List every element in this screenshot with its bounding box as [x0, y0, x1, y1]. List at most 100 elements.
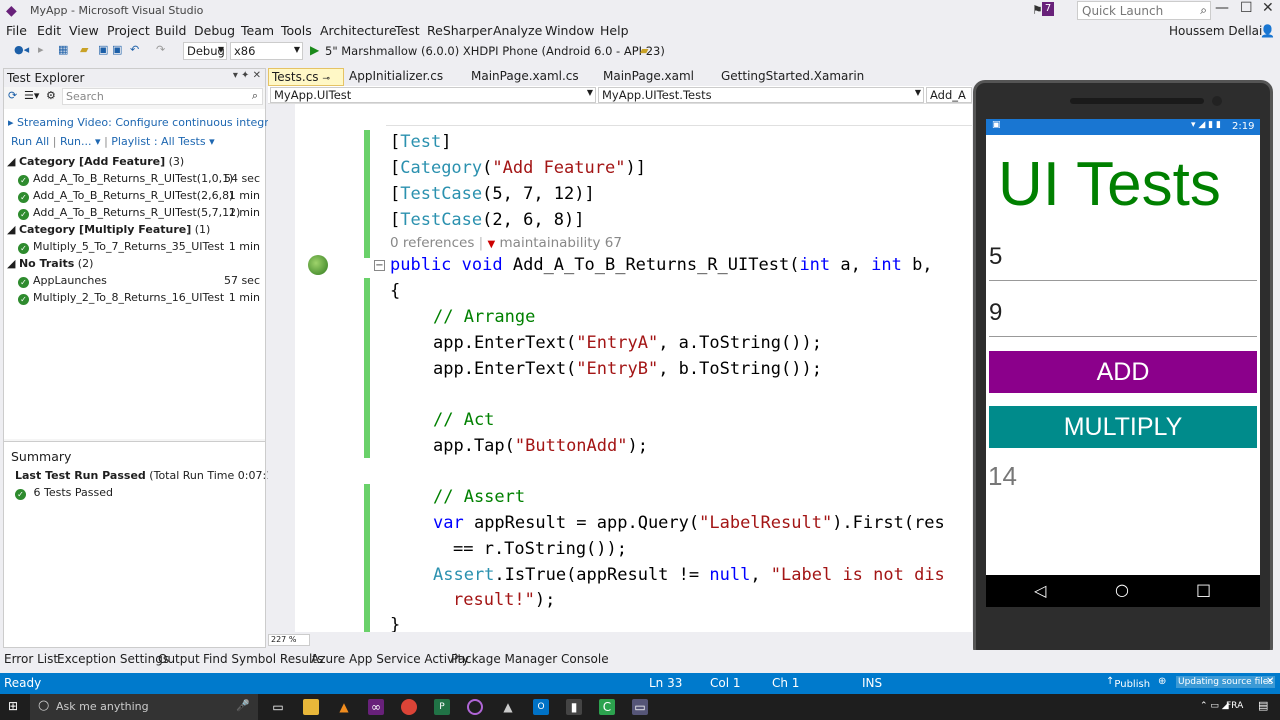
configuration-dropdown[interactable]: Debug ▼	[183, 42, 227, 60]
tab-exception-settings[interactable]: Exception Settings	[57, 652, 169, 666]
test-item[interactable]: ✓ Add_A_To_B_Returns_R_UITest(2,6,8) 1 min	[18, 189, 263, 203]
app-icon[interactable]	[467, 699, 483, 715]
menu-file[interactable]: File	[6, 23, 27, 38]
close-icon[interactable]: ✕	[1262, 0, 1274, 16]
menu-build[interactable]: Build	[155, 23, 186, 38]
run-dropdown-link[interactable]: Run...	[60, 135, 92, 148]
save-all-icon[interactable]: ▣	[112, 43, 122, 56]
file-explorer-icon[interactable]	[303, 699, 319, 715]
entry-a-field[interactable]: 5	[989, 243, 1257, 281]
group-by-icon[interactable]: ☰▾	[24, 89, 39, 102]
tray-icons[interactable]: ⌃ ▭ ◢	[1200, 701, 1229, 711]
task-view-icon[interactable]: ▭	[270, 699, 286, 715]
test-search-input[interactable]: Search ⌕	[62, 88, 263, 105]
pin-icon[interactable]: ⊸	[322, 74, 330, 84]
tab-azure-app-service-activity[interactable]: Azure App Service Activity	[311, 652, 469, 666]
visual-studio-taskbar-icon[interactable]: ∞	[368, 699, 384, 715]
project-dropdown[interactable]: MyApp.UITest ▼	[270, 87, 596, 103]
recents-icon[interactable]: □	[1196, 580, 1211, 599]
codelens[interactable]: 0 references | ▼ maintainability 67	[390, 235, 622, 251]
test-item[interactable]: ✓ Multiply_2_To_8_Returns_16_UITest 1 min	[18, 291, 263, 305]
menu-view[interactable]: View	[69, 23, 99, 38]
test-group[interactable]: ◢ Category [Multiply Feature] (1)	[7, 223, 210, 236]
tab-appinitializer[interactable]: AppInitializer.cs	[346, 68, 446, 86]
multiply-button[interactable]: MULTIPLY	[989, 406, 1257, 448]
back-icon[interactable]: ◁	[1034, 581, 1046, 600]
source-control-icon[interactable]: ⊕	[1158, 676, 1166, 687]
menu-architecture[interactable]: Architecture	[320, 23, 397, 38]
settings-icon[interactable]: ⚙	[46, 89, 56, 102]
menu-test[interactable]: Test	[395, 23, 420, 38]
toolbar-extra-icon[interactable]: ▰	[640, 44, 648, 57]
save-icon[interactable]: ▣	[98, 43, 108, 56]
references-codelens[interactable]: 0 references	[390, 235, 474, 251]
project-icon[interactable]: P	[434, 699, 450, 715]
user-name[interactable]: Houssem Dellai	[1169, 24, 1262, 38]
menu-tools[interactable]: Tools	[281, 23, 312, 38]
test-item[interactable]: ✓ Add_A_To_B_Returns_R_UITest(5,7,12) 1 mi…	[18, 206, 263, 220]
refresh-icon[interactable]: ⟳	[8, 89, 17, 102]
language-indicator[interactable]: FRA	[1226, 701, 1243, 711]
cortana-search-box[interactable]: ○ Ask me anything 🎤	[30, 694, 258, 720]
notification-badge[interactable]: 7	[1042, 2, 1054, 16]
menu-help[interactable]: Help	[600, 23, 629, 38]
undo-icon[interactable]: ↶	[130, 43, 139, 56]
windows-start-icon[interactable]: ⊞	[8, 699, 18, 713]
menu-resharper[interactable]: ReSharper	[427, 23, 492, 38]
new-project-icon[interactable]: ▦	[58, 43, 68, 56]
quick-launch-input[interactable]: Quick Launch ⌕	[1077, 1, 1211, 20]
publish-button[interactable]: ↑ Publish	[1106, 676, 1150, 690]
streaming-video-link[interactable]: ▸ Streaming Video: Configure continuous …	[8, 116, 278, 129]
test-group[interactable]: ◢ Category [Add Feature] (3)	[7, 155, 184, 168]
redo-icon[interactable]: ↷	[156, 43, 165, 56]
test-item[interactable]: ✓ AppLaunches 57 sec	[18, 274, 263, 288]
start-debug-icon[interactable]: ▶	[310, 43, 319, 57]
passed-count[interactable]: ✓ 6 Tests Passed	[15, 486, 113, 500]
pin-icon[interactable]: ▾ ✦ ✕	[233, 70, 261, 81]
vlc-icon[interactable]: ▲	[336, 699, 352, 715]
playlist-dropdown[interactable]: Playlist : All Tests	[111, 135, 205, 148]
error-icon[interactable]: ✕	[1266, 676, 1274, 687]
run-all-link[interactable]: Run All	[11, 135, 49, 148]
menu-window[interactable]: Window	[545, 23, 594, 38]
chrome-icon[interactable]	[401, 699, 417, 715]
code-editor[interactable]: − [Test] [Category("Add Feature")] [Test…	[268, 104, 972, 632]
back-icon[interactable]: ●◂	[14, 43, 29, 56]
entry-b-field[interactable]: 9	[989, 299, 1257, 337]
zoom-dropdown[interactable]: 227 %	[268, 634, 310, 646]
camtasia-icon[interactable]: C	[599, 699, 615, 715]
tab-tests-cs[interactable]: Tests.cs ⊸ ✕	[268, 68, 344, 98]
home-icon[interactable]: ○	[1115, 580, 1129, 599]
menu-analyze[interactable]: Analyze	[493, 23, 542, 38]
notifications-icon[interactable]: ▤	[1258, 699, 1268, 712]
tab-error-list[interactable]: Error List	[4, 652, 58, 666]
test-status-icon[interactable]	[308, 255, 328, 275]
microphone-icon[interactable]: 🎤	[236, 699, 250, 712]
maintainability-codelens[interactable]: maintainability 67	[500, 235, 622, 251]
test-group[interactable]: ◢ No Traits (2)	[7, 257, 93, 270]
test-item[interactable]: ✓ Multiply_5_To_7_Returns_35_UITest 1 min	[18, 240, 263, 254]
outlook-icon[interactable]: O	[533, 699, 549, 715]
collapse-icon[interactable]: −	[374, 260, 385, 271]
menu-debug[interactable]: Debug	[194, 23, 235, 38]
tab-mainpage-xaml[interactable]: MainPage.xaml	[600, 68, 697, 86]
run-target-button[interactable]: 5" Marshmallow (6.0.0) XHDPI Phone (Andr…	[325, 44, 665, 58]
maximize-icon[interactable]: ☐	[1240, 0, 1253, 16]
add-button[interactable]: ADD	[989, 351, 1257, 393]
tab-mainpage-xaml-cs[interactable]: MainPage.xaml.cs	[468, 68, 582, 86]
tab-find-symbol-results[interactable]: Find Symbol Results	[203, 652, 323, 666]
tab-output[interactable]: Output	[158, 652, 200, 666]
menu-team[interactable]: Team	[241, 23, 274, 38]
member-dropdown[interactable]: Add_A	[926, 87, 972, 103]
tab-gettingstarted[interactable]: GettingStarted.Xamarin	[718, 68, 867, 86]
type-dropdown[interactable]: MyApp.UITest.Tests ▼	[598, 87, 924, 103]
menu-edit[interactable]: Edit	[37, 23, 61, 38]
test-item[interactable]: ✓ Add_A_To_B_Returns_R_UITest(1,0,1) 54 se…	[18, 172, 263, 186]
minimize-icon[interactable]: —	[1215, 0, 1229, 16]
forward-icon[interactable]: ▸	[38, 43, 44, 56]
tab-package-manager-console[interactable]: Package Manager Console	[451, 652, 609, 666]
platform-dropdown[interactable]: x86 ▼	[230, 42, 303, 60]
emulator-taskbar-icon[interactable]: ▮	[566, 699, 582, 715]
snipping-icon[interactable]: ▲	[500, 699, 516, 715]
user-avatar-icon[interactable]: 👤	[1260, 24, 1275, 38]
